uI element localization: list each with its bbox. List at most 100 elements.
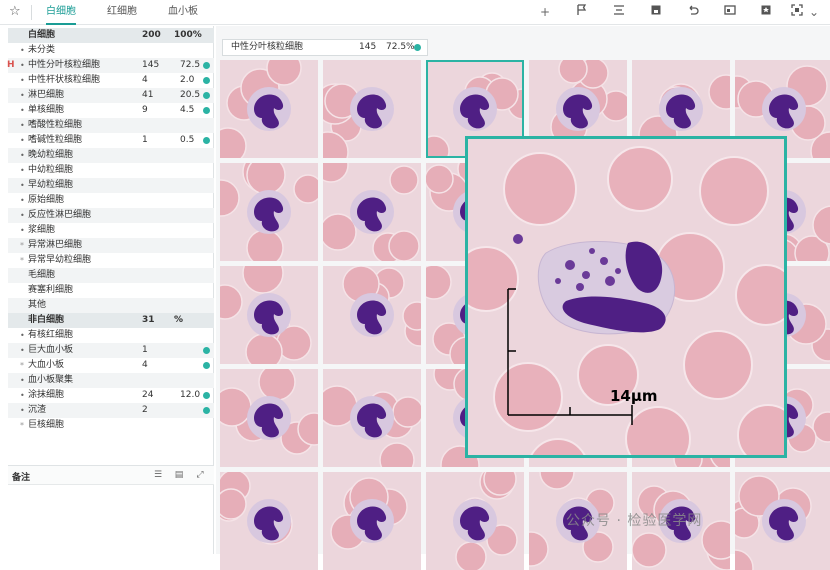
category-label: 赛塞利细胞: [28, 285, 74, 295]
zoom-preview[interactable]: 14μm: [465, 136, 787, 458]
category-label: 毛细胞: [28, 270, 56, 280]
selected-category-percent: 72.5%: [386, 42, 415, 52]
cell-thumbnail[interactable]: [220, 163, 318, 261]
category-label: 早幼粒细胞: [28, 180, 74, 190]
category-row[interactable]: • 有核红细胞: [8, 328, 214, 343]
gallery-icon[interactable]: [722, 4, 738, 20]
cell-thumbnail[interactable]: [323, 266, 421, 364]
tab-rbc[interactable]: 红细胞: [107, 0, 137, 25]
category-percent: 2.0: [180, 75, 195, 85]
align-icon[interactable]: [611, 4, 627, 20]
category-label: 嗜酸性粒细胞: [28, 120, 83, 130]
group-count: 200: [142, 30, 161, 40]
category-row[interactable]: • 中性杆状核粒细胞 4 2.0: [8, 73, 214, 88]
selected-category-count: 145: [359, 42, 377, 52]
category-label: 其他: [28, 300, 47, 310]
category-label: 未分类: [28, 45, 56, 55]
selected-category-label: 中性分叶核粒细胞: [231, 42, 304, 52]
expand-icon[interactable]: ⤢: [194, 469, 206, 481]
category-row[interactable]: * 异常早幼粒细胞: [8, 253, 214, 268]
category-row[interactable]: • 血小板聚集: [8, 373, 214, 388]
category-row[interactable]: 其他: [8, 298, 214, 313]
image-gallery: 中性分叶核粒细胞 145 72.5% 14μm: [216, 26, 830, 570]
star-icon[interactable]: ☆: [9, 4, 23, 20]
selected-category-bar[interactable]: 中性分叶核粒细胞 145 72.5%: [222, 39, 428, 56]
status-dot: [203, 137, 210, 144]
star-bullet-icon: *: [20, 256, 24, 265]
star-bullet-icon: *: [20, 361, 24, 370]
status-dot: [203, 62, 210, 69]
cell-thumbnail[interactable]: [323, 163, 421, 261]
category-row[interactable]: • 早幼粒细胞: [8, 178, 214, 193]
category-row[interactable]: 赛塞利细胞: [8, 283, 214, 298]
category-row[interactable]: * 大血小板 4: [8, 358, 214, 373]
category-row[interactable]: H • 中性分叶核粒细胞 145 72.5: [7, 58, 214, 73]
fit-icon[interactable]: [789, 4, 805, 20]
category-row[interactable]: • 嗜酸性粒细胞: [8, 118, 214, 133]
cell-thumbnail[interactable]: [323, 60, 421, 158]
category-row[interactable]: • 原始细胞: [8, 193, 214, 208]
category-count: 1: [142, 135, 148, 145]
category-row[interactable]: * 异常淋巴细胞: [8, 238, 214, 253]
status-dot: [203, 92, 210, 99]
edit-icon[interactable]: ▤: [173, 469, 185, 481]
plus-icon[interactable]: +: [537, 4, 553, 20]
group-percent: 100%: [174, 30, 202, 40]
category-percent: 20.5: [180, 90, 201, 100]
cell-thumbnail[interactable]: [323, 472, 421, 570]
cell-thumbnail[interactable]: [220, 472, 318, 570]
status-dot: [414, 44, 421, 51]
category-row[interactable]: • 嗜碱性粒细胞 1 0.5: [8, 133, 214, 148]
category-row[interactable]: • 巨大血小板 1: [8, 343, 214, 358]
category-row[interactable]: • 未分类: [8, 43, 214, 58]
category-count: 9: [142, 105, 148, 115]
status-dot: [203, 347, 210, 354]
category-row[interactable]: • 浆细胞: [8, 223, 214, 238]
non-wbc-group-header[interactable]: 非白细胞 31%: [8, 313, 214, 328]
cell-thumbnail[interactable]: [220, 60, 318, 158]
category-label: 淋巴细胞: [28, 90, 65, 100]
category-row[interactable]: 毛细胞: [8, 268, 214, 283]
category-row[interactable]: • 沉渣 2: [8, 403, 214, 418]
bullet-icon: •: [20, 76, 25, 85]
category-label: 单核细胞: [28, 105, 65, 115]
tab-platelet[interactable]: 血小板: [168, 0, 198, 25]
wbc-group-header[interactable]: 白细胞 200 100%: [8, 28, 214, 43]
category-label: 浆细胞: [28, 225, 56, 235]
category-percent: 4.5: [180, 105, 195, 115]
bullet-icon: •: [20, 166, 25, 175]
chevron-down-icon[interactable]: ⌄: [806, 4, 822, 20]
bullet-icon: •: [20, 346, 25, 355]
cell-thumbnail[interactable]: [220, 266, 318, 364]
category-row[interactable]: • 淋巴细胞 41 20.5: [8, 88, 214, 103]
flag-icon[interactable]: [574, 4, 590, 20]
group-label: 非白细胞: [28, 315, 65, 325]
cell-thumbnail[interactable]: [220, 369, 318, 467]
category-row[interactable]: • 涂抹细胞 24 12.0: [8, 388, 214, 403]
category-row[interactable]: • 中幼粒细胞: [8, 163, 214, 178]
bullet-icon: •: [20, 91, 25, 100]
category-label: 有核红细胞: [28, 330, 74, 340]
category-count: 4: [142, 75, 148, 85]
category-percent: 0.5: [180, 135, 195, 145]
bullet-icon: •: [20, 226, 25, 235]
panel-gutter: [0, 26, 8, 466]
bullet-icon: •: [20, 61, 25, 70]
list-icon[interactable]: ☰: [152, 469, 164, 481]
category-label: 原始细胞: [28, 195, 65, 205]
cell-thumbnail[interactable]: [735, 472, 830, 570]
scale-bar-label: 14μm: [610, 387, 658, 405]
category-row[interactable]: • 单核细胞 9 4.5: [8, 103, 214, 118]
tab-wbc[interactable]: 白细胞: [46, 0, 76, 25]
cell-thumbnail[interactable]: [426, 472, 524, 570]
category-row[interactable]: • 反应性淋巴细胞: [8, 208, 214, 223]
category-row[interactable]: • 晚幼粒细胞: [8, 148, 214, 163]
bullet-icon: •: [20, 406, 25, 415]
undo-icon[interactable]: [685, 4, 701, 20]
bookmark-icon[interactable]: [758, 4, 774, 20]
status-dot: [203, 107, 210, 114]
cell-thumbnail[interactable]: [323, 369, 421, 467]
category-label: 嗜碱性粒细胞: [28, 135, 83, 145]
category-row[interactable]: * 巨核细胞: [8, 418, 214, 433]
save-icon[interactable]: [648, 4, 664, 20]
